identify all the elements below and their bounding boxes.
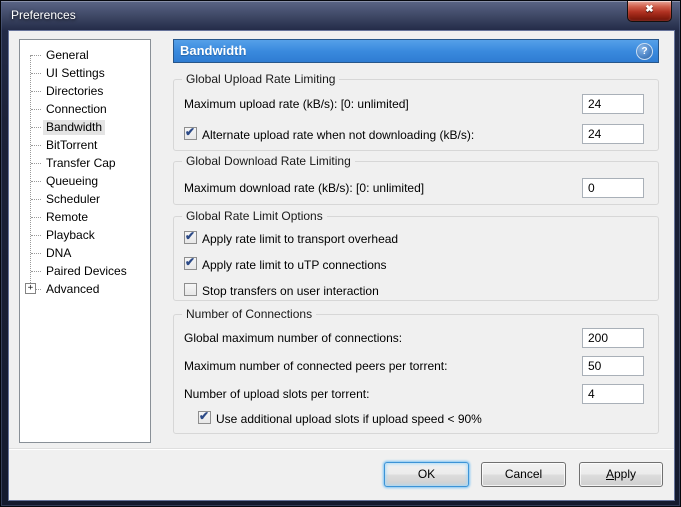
group-title: Number of Connections xyxy=(182,307,317,321)
apply-limit-utp-checkbox[interactable] xyxy=(184,255,197,270)
group-global-download-rate-limiting: Global Download Rate Limiting Maximum do… xyxy=(173,154,659,205)
alternate-upload-rate-label[interactable]: Alternate upload rate when not downloadi… xyxy=(202,128,474,142)
preferences-window: Preferences ✖ General UI Settings Direct… xyxy=(0,0,681,507)
close-button[interactable]: ✖ xyxy=(627,1,672,22)
additional-upload-slots-checkbox[interactable] xyxy=(198,409,211,424)
expand-icon[interactable]: + xyxy=(25,283,36,294)
sidebar-item-scheduler[interactable]: Scheduler xyxy=(20,190,150,208)
group-title: Global Upload Rate Limiting xyxy=(182,72,340,86)
max-download-rate-label: Maximum download rate (kB/s): [0: unlimi… xyxy=(184,181,425,195)
page-header: Bandwidth ? xyxy=(173,39,659,63)
help-icon[interactable]: ? xyxy=(636,43,653,60)
sidebar-item-paired-devices[interactable]: Paired Devices xyxy=(20,262,150,280)
global-max-connections-label: Global maximum number of connections: xyxy=(184,331,403,345)
sidebar-item-dna[interactable]: DNA xyxy=(20,244,150,262)
close-icon: ✖ xyxy=(645,4,654,15)
sidebar-item-queueing[interactable]: Queueing xyxy=(20,172,150,190)
footer-separator xyxy=(9,448,674,450)
sidebar-item-connection[interactable]: Connection xyxy=(20,100,150,118)
max-upload-rate-input[interactable] xyxy=(582,94,644,114)
title-bar[interactable]: Preferences xyxy=(1,1,680,31)
sidebar-item-bittorrent[interactable]: BitTorrent xyxy=(20,136,150,154)
apply-limit-transport-overhead-checkbox[interactable] xyxy=(184,229,197,244)
sidebar-item-directories[interactable]: Directories xyxy=(20,82,150,100)
sidebar-item-transfer-cap[interactable]: Transfer Cap xyxy=(20,154,150,172)
upload-slots-per-torrent-input[interactable] xyxy=(582,384,644,404)
group-global-rate-limit-options: Global Rate Limit Options Apply rate lim… xyxy=(173,209,659,301)
max-peers-per-torrent-label: Maximum number of connected peers per to… xyxy=(184,359,448,373)
sidebar-item-bandwidth[interactable]: Bandwidth xyxy=(20,118,150,136)
sidebar-item-advanced[interactable]: + Advanced xyxy=(20,280,150,298)
group-title: Global Download Rate Limiting xyxy=(182,154,355,168)
group-number-of-connections: Number of Connections Global maximum num… xyxy=(173,307,659,434)
group-global-upload-rate-limiting: Global Upload Rate Limiting Maximum uplo… xyxy=(173,72,659,151)
ok-button[interactable]: OK xyxy=(384,462,469,487)
upload-slots-per-torrent-label: Number of upload slots per torrent: xyxy=(184,387,370,401)
max-peers-per-torrent-input[interactable] xyxy=(582,356,644,376)
stop-transfers-label[interactable]: Stop transfers on user interaction xyxy=(202,284,379,298)
apply-button[interactable]: Apply xyxy=(579,462,663,487)
alternate-upload-rate-input[interactable] xyxy=(582,124,644,144)
global-max-connections-input[interactable] xyxy=(582,328,644,348)
max-upload-rate-label: Maximum upload rate (kB/s): [0: unlimite… xyxy=(184,97,409,111)
settings-tree: General UI Settings Directories Connecti… xyxy=(19,39,151,443)
cancel-button[interactable]: Cancel xyxy=(481,462,566,487)
sidebar-item-remote[interactable]: Remote xyxy=(20,208,150,226)
sidebar-item-general[interactable]: General xyxy=(20,46,150,64)
group-title: Global Rate Limit Options xyxy=(182,209,327,223)
stop-transfers-checkbox[interactable] xyxy=(184,283,197,296)
sidebar-item-playback[interactable]: Playback xyxy=(20,226,150,244)
apply-limit-transport-overhead-label[interactable]: Apply rate limit to transport overhead xyxy=(202,232,398,246)
sidebar-item-ui-settings[interactable]: UI Settings xyxy=(20,64,150,82)
additional-upload-slots-label[interactable]: Use additional upload slots if upload sp… xyxy=(216,412,482,426)
dialog-client-area: General UI Settings Directories Connecti… xyxy=(9,31,674,500)
page-title: Bandwidth xyxy=(180,43,247,58)
max-download-rate-input[interactable] xyxy=(582,178,644,198)
alternate-upload-rate-checkbox[interactable] xyxy=(184,125,197,140)
apply-limit-utp-label[interactable]: Apply rate limit to uTP connections xyxy=(202,258,387,272)
window-title: Preferences xyxy=(11,8,76,22)
